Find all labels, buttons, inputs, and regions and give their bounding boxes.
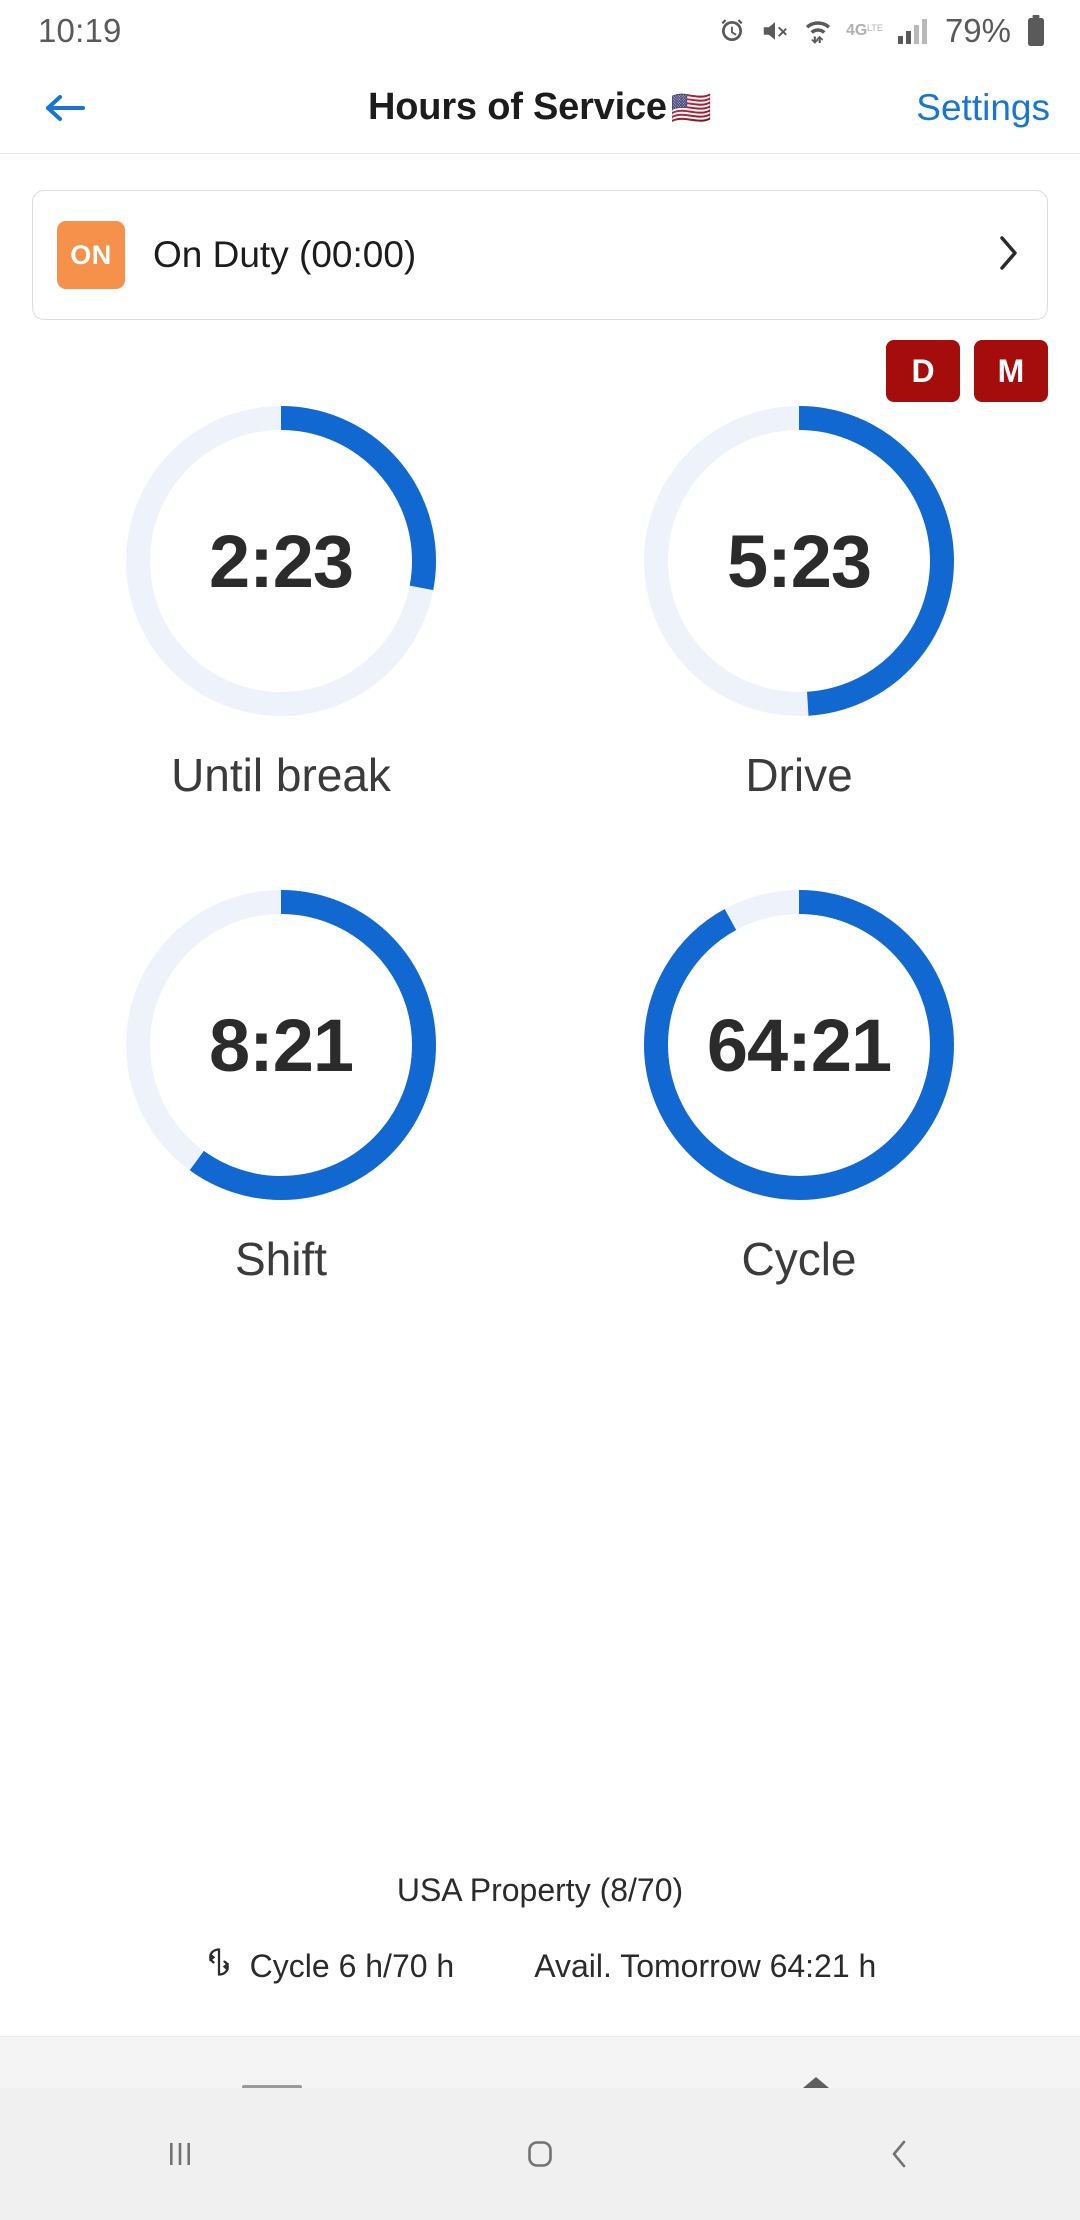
gauge-drive[interactable]: 5:23 Drive xyxy=(540,396,1058,802)
nav-home-button[interactable] xyxy=(360,2131,720,2177)
gauge-caption-shift: Shift xyxy=(234,1233,328,1285)
gauge-row-top: 2:23 Until break 5:23 Drive xyxy=(22,396,1058,802)
refresh-cycle-icon xyxy=(204,1945,234,1987)
footer-avail-item: Avail. Tomorrow 64:21 h xyxy=(534,1948,876,1985)
gauge-ring-shift: 8:21 xyxy=(116,880,446,1210)
gauge-until-break[interactable]: 2:23 Until break xyxy=(22,396,540,802)
footer-avail-text: Avail. Tomorrow 64:21 h xyxy=(534,1947,877,1984)
svg-text:4G: 4G xyxy=(846,22,867,39)
wifi-icon xyxy=(803,16,833,46)
gauge-cycle[interactable]: 64:21 Cycle xyxy=(540,880,1058,1286)
battery-percent-label: 79% xyxy=(944,12,1011,49)
mode-button-group: D M xyxy=(0,320,1080,402)
battery-icon xyxy=(1026,15,1046,47)
gauge-row-bottom: 8:21 Shift 64:21 Cycle xyxy=(22,880,1058,1286)
home-icon xyxy=(528,2141,552,2167)
footer-cycle-item: Cycle 6 h/70 h xyxy=(204,1945,455,1987)
alarm-icon xyxy=(717,16,747,46)
app-bar: Hours of Service 🇺🇸 Settings xyxy=(0,62,1080,154)
usa-flag-icon: 🇺🇸 xyxy=(670,89,712,126)
gauge-value-drive: 5:23 xyxy=(726,519,872,603)
4g-lte-icon: 4G LTE xyxy=(846,18,884,44)
gauge-caption-cycle: Cycle xyxy=(741,1233,857,1285)
gauge-ring-cycle: 64:21 xyxy=(634,880,964,1210)
gauge-caption-drive: Drive xyxy=(745,749,853,801)
gauge-value-until-break: 2:23 xyxy=(208,519,354,603)
duty-status-badge: ON xyxy=(57,221,125,289)
gauge-value-cycle: 64:21 xyxy=(706,1003,892,1087)
back-icon xyxy=(892,2140,906,2168)
footer-details-row: Cycle 6 h/70 h Avail. Tomorrow 64:21 h xyxy=(0,1945,1080,1987)
duty-status-label: On Duty (00:00) xyxy=(153,234,417,275)
page-title: Hours of Service xyxy=(368,86,667,128)
duty-status-card[interactable]: ON On Duty (00:00) xyxy=(32,190,1048,320)
android-nav-bar xyxy=(0,2088,1080,2220)
day-mode-button[interactable]: D xyxy=(886,340,960,402)
settings-button[interactable]: Settings xyxy=(916,87,1050,129)
gauge-value-shift: 8:21 xyxy=(208,1003,354,1087)
back-button[interactable] xyxy=(34,77,96,139)
gauge-shift[interactable]: 8:21 Shift xyxy=(22,880,540,1286)
status-bar-icons: 4G LTE 79% xyxy=(717,12,1046,50)
gauge-ring-until-break: 2:23 xyxy=(116,396,446,726)
svg-text:LTE: LTE xyxy=(867,23,883,33)
nav-back-button[interactable] xyxy=(720,2131,1080,2177)
status-bar: 10:19 4G LTE 79% xyxy=(0,0,1080,62)
recents-icon xyxy=(170,2143,190,2165)
footer-ruleset-label: USA Property (8/70) xyxy=(396,1872,684,1908)
footer-cycle-text: Cycle 6 h/70 h xyxy=(249,1947,455,1984)
status-bar-clock: 10:19 xyxy=(38,12,122,49)
back-arrow-icon xyxy=(46,94,85,121)
mute-icon xyxy=(760,16,790,46)
signal-icon xyxy=(897,16,929,46)
footer-summary: USA Property (8/70) Cycle 6 h/70 h Avail… xyxy=(0,1872,1080,1987)
chevron-right-icon xyxy=(995,233,1021,278)
nav-recents-button[interactable] xyxy=(0,2131,360,2177)
month-mode-button[interactable]: M xyxy=(974,340,1048,402)
gauge-ring-drive: 5:23 xyxy=(634,396,964,726)
gauge-caption-until-break: Until break xyxy=(171,749,391,801)
gauge-grid: 2:23 Until break 5:23 Drive 8:21 Shift 6… xyxy=(0,396,1080,1286)
